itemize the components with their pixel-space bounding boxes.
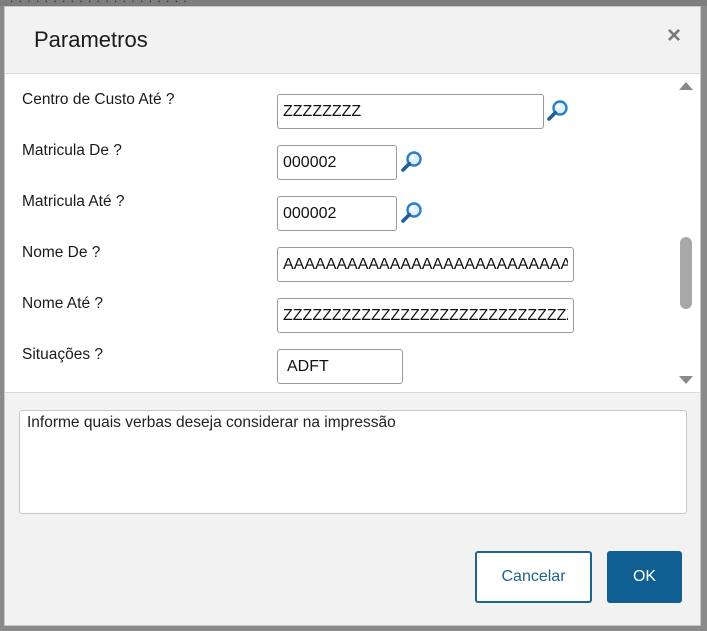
- scrollbar-thumb[interactable]: [680, 237, 692, 309]
- scroll-down-arrow[interactable]: [679, 376, 693, 384]
- dialog-header: Parametros ×: [5, 7, 700, 74]
- cancel-button[interactable]: Cancelar: [475, 551, 592, 603]
- magnifier-icon[interactable]: [546, 99, 570, 123]
- label-centro-custo-ate: Centro de Custo Até ?: [22, 91, 175, 108]
- help-text-box: Informe quais verbas deseja considerar n…: [19, 410, 687, 514]
- label-situacoes: Situações ?: [22, 346, 103, 363]
- magnifier-icon[interactable]: [400, 201, 424, 225]
- parameters-dialog: Parametros × Centro de Custo Até ? Matri…: [4, 6, 701, 626]
- ok-button[interactable]: OK: [607, 551, 682, 603]
- parameters-form: Centro de Custo Até ? Matricula De ? Mat…: [5, 74, 700, 393]
- label-nome-ate: Nome Até ?: [22, 295, 103, 312]
- dialog-title: Parametros: [34, 27, 148, 52]
- label-matricula-ate: Matricula Até ?: [22, 193, 125, 210]
- scroll-up-arrow[interactable]: [679, 82, 693, 90]
- situacoes-input[interactable]: [277, 349, 403, 384]
- centro-custo-ate-input[interactable]: [277, 94, 544, 129]
- nome-ate-input[interactable]: [277, 298, 574, 333]
- label-nome-de: Nome De ?: [22, 244, 101, 261]
- label-matricula-de: Matricula De ?: [22, 142, 122, 159]
- magnifier-icon[interactable]: [400, 150, 424, 174]
- matricula-de-input[interactable]: [277, 145, 397, 180]
- nome-de-input[interactable]: [277, 247, 574, 282]
- matricula-ate-input[interactable]: [277, 196, 397, 231]
- close-icon[interactable]: ×: [667, 24, 681, 48]
